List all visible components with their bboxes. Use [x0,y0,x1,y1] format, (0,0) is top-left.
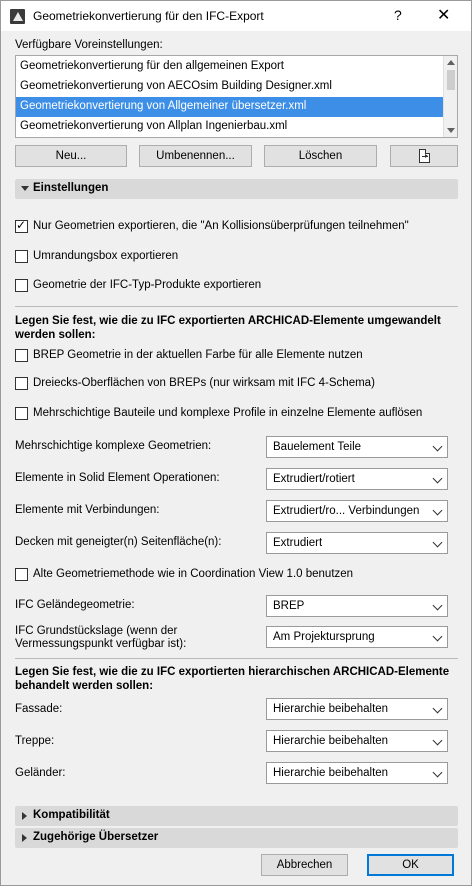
checkmark-icon: ✓ [16,218,27,232]
split-layers-label: Mehrschichtige Bauteile und komplexe Pro… [33,407,423,419]
translators-section-label: Zugehörige Übersetzer [33,831,159,843]
type-geometry-label: Geometrie der IFC-Typ-Produkte exportier… [33,279,262,291]
scroll-up-icon[interactable] [447,60,455,65]
close-button[interactable]: ✕ [437,5,450,25]
collapsed-arrow-icon [22,834,27,842]
new-button[interactable]: Neu... [15,145,127,167]
brep-color-checkbox[interactable] [15,349,28,362]
scroll-thumb[interactable] [447,70,455,90]
chevron-down-icon [432,735,443,746]
stair-select[interactable]: Hierarchie beibehalten [266,730,448,752]
stair-label: Treppe: [15,735,55,747]
stair-value: Hierarchie beibehalten [273,735,389,747]
collapsed-arrow-icon [22,812,27,820]
terrain-label: IFC Geländegeometrie: [15,599,135,611]
ifc-geometry-dialog: Geometriekonvertierung für den IFC-Expor… [0,0,472,886]
terrain-select[interactable]: BREP [266,595,448,617]
connections-value: Extrudiert/ro... Verbindungen [273,505,420,517]
slabs-value: Extrudiert [273,537,323,549]
chevron-down-icon [432,767,443,778]
only-collision-label: Nur Geometrien exportieren, die "An Koll… [33,220,409,232]
bounding-box-label: Umrandungsbox exportieren [33,250,179,262]
list-item[interactable]: Geometriekonvertierung von AECOsim Build… [16,77,443,97]
chevron-down-icon [432,505,443,516]
site-value: Am Projektursprung [273,631,375,643]
hierarchy-heading: Legen Sie fest, wie die zu IFC exportier… [15,666,450,692]
railing-value: Hierarchie beibehalten [273,767,389,779]
list-item[interactable]: Geometriekonvertierung für den allgemein… [16,57,443,77]
presets-list[interactable]: Geometriekonvertierung für den allgemein… [15,55,458,138]
facade-value: Hierarchie beibehalten [273,703,389,715]
facade-select[interactable]: Hierarchie beibehalten [266,698,448,720]
ok-button[interactable]: OK [367,854,454,876]
window-title: Geometriekonvertierung für den IFC-Expor… [33,9,264,23]
list-item[interactable]: Geometriekonvertierung von Allplan Ingen… [16,117,443,137]
slabs-label: Decken mit geneigter(n) Seitenfläche(n): [15,536,222,548]
scroll-down-icon[interactable] [447,128,455,133]
conversion-heading: Legen Sie fest, wie die zu IFC exportier… [15,315,441,341]
multilayer-select[interactable]: Bauelement Teile [266,436,448,458]
solid-ops-select[interactable]: Extrudiert/rotiert [266,468,448,490]
connections-select[interactable]: Extrudiert/ro... Verbindungen [266,500,448,522]
delete-button[interactable]: Löschen [264,145,377,167]
compat-section-label: Kompatibilität [33,809,110,821]
solid-ops-value: Extrudiert/rotiert [273,473,355,485]
chevron-down-icon [432,600,443,611]
help-button[interactable]: ? [394,7,402,23]
bounding-box-checkbox[interactable] [15,250,28,263]
settings-section-label: Einstellungen [33,182,109,194]
rename-button[interactable]: Umbenennen... [139,145,252,167]
compat-section-header[interactable]: Kompatibilität [15,806,458,826]
title-bar: Geometriekonvertierung für den IFC-Expor… [1,1,471,31]
only-collision-checkbox[interactable]: ✓ [15,218,28,233]
import-button[interactable] [390,145,458,167]
divider [15,658,458,659]
facade-label: Fassade: [15,703,63,715]
legacy-cv-checkbox[interactable] [15,568,28,581]
slabs-select[interactable]: Extrudiert [266,532,448,554]
triangles-checkbox[interactable] [15,377,28,390]
site-label: IFC Grundstückslage (wenn der Vermessung… [15,625,187,650]
list-item-selected[interactable]: Geometriekonvertierung von Allgemeiner ü… [16,97,443,117]
settings-section-header[interactable]: Einstellungen [15,179,458,199]
chevron-down-icon [432,441,443,452]
chevron-down-icon [432,703,443,714]
chevron-down-icon [432,537,443,548]
expand-arrow-icon [21,186,29,191]
terrain-value: BREP [273,600,305,612]
split-layers-checkbox[interactable] [15,407,28,420]
divider [15,306,458,307]
legacy-cv-label: Alte Geometriemethode wie in Coordinatio… [33,568,354,580]
brep-color-label: BREP Geometrie in der aktuellen Farbe fü… [33,349,363,361]
railing-label: Geländer: [15,767,66,779]
solid-ops-label: Elemente in Solid Element Operationen: [15,472,220,484]
site-select[interactable]: Am Projektursprung [266,626,448,648]
railing-select[interactable]: Hierarchie beibehalten [266,762,448,784]
cancel-button[interactable]: Abbrechen [261,854,348,876]
chevron-down-icon [432,473,443,484]
multilayer-label: Mehrschichtige komplexe Geometrien: [15,440,212,452]
import-file-icon [419,149,430,163]
presets-scrollbar[interactable] [443,56,457,137]
archicad-app-icon [10,9,25,24]
translators-section-header[interactable]: Zugehörige Übersetzer [15,828,458,848]
triangles-label: Dreiecks-Oberflächen von BREPs (nur wirk… [33,377,375,389]
connections-label: Elemente mit Verbindungen: [15,504,160,516]
multilayer-value: Bauelement Teile [273,441,362,453]
type-geometry-checkbox[interactable] [15,279,28,292]
presets-label: Verfügbare Voreinstellungen: [15,39,163,51]
chevron-down-icon [432,631,443,642]
